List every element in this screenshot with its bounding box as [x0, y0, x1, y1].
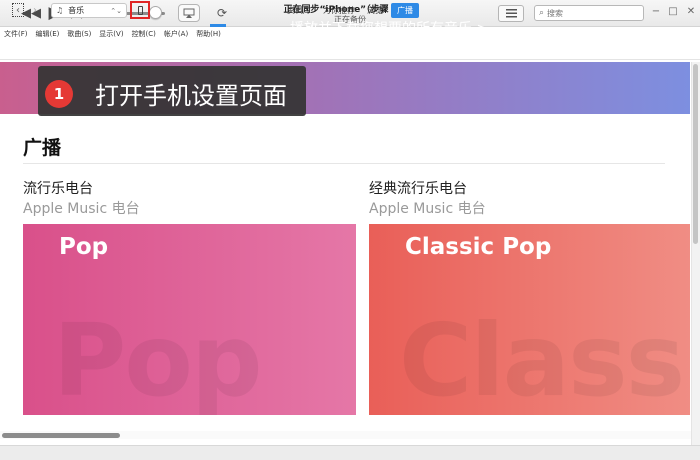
- sync-progress-bar: [210, 24, 226, 27]
- minimize-icon[interactable]: −: [649, 4, 663, 18]
- callout-text: 打开手机设置页面: [95, 82, 287, 110]
- media-type-label: 音乐: [68, 6, 85, 15]
- iphone-device-button[interactable]: [130, 1, 150, 19]
- tab-for-you[interactable]: 为你推荐: [319, 3, 359, 18]
- search-input[interactable]: [547, 8, 628, 18]
- back-icon[interactable]: ‹: [12, 3, 24, 17]
- search-icon: ⌕: [539, 8, 545, 18]
- airplay-icon[interactable]: [178, 4, 200, 22]
- card-watermark-pop: Pop: [53, 302, 263, 415]
- banner-link[interactable]: 播放并下载您想要的所有音乐 >: [290, 18, 488, 38]
- card-watermark-classic-pop: Class: [399, 302, 685, 415]
- library-tabs: 资料库 为你推荐 浏览 广播: [283, 3, 423, 18]
- menu-song[interactable]: 歌曲(S): [67, 28, 91, 40]
- step-number-badge: 1: [45, 80, 73, 108]
- chevron-updown-icon: ⌃⌄: [110, 6, 122, 15]
- status-bar: [0, 445, 700, 460]
- close-icon[interactable]: ✕: [684, 4, 698, 18]
- menu-help[interactable]: 帮助(H): [196, 28, 221, 40]
- tab-library[interactable]: 资料库: [283, 3, 315, 18]
- maximize-icon[interactable]: □: [666, 4, 680, 18]
- card-title-classic-pop: Classic Pop: [405, 234, 552, 260]
- section-title: 广播: [23, 137, 62, 159]
- station-subtitle-pop: Apple Music 电台: [23, 201, 140, 217]
- station-title-classic-pop[interactable]: 经典流行乐电台: [369, 178, 467, 198]
- section-divider: [23, 163, 665, 164]
- menu-view[interactable]: 显示(V): [99, 28, 123, 40]
- volume-knob[interactable]: [148, 6, 162, 19]
- menu-edit[interactable]: 编辑(E): [36, 28, 60, 40]
- list-icon[interactable]: [498, 5, 524, 22]
- sync-icon: ⟳: [216, 6, 228, 20]
- station-title-pop[interactable]: 流行乐电台: [23, 178, 93, 198]
- menu-account[interactable]: 帐户(A): [164, 28, 188, 40]
- search-box[interactable]: ⌕: [534, 5, 644, 21]
- horizontal-scroll-thumb[interactable]: [2, 433, 120, 438]
- music-note-icon: ♫: [56, 6, 64, 15]
- menu-controls[interactable]: 控制(C): [132, 28, 156, 40]
- tab-radio[interactable]: 广播: [391, 3, 419, 18]
- vertical-scroll-thumb[interactable]: [693, 64, 698, 244]
- iphone-icon: [137, 5, 143, 15]
- tab-browse[interactable]: 浏览: [363, 3, 387, 18]
- station-subtitle-classic-pop: Apple Music 电台: [369, 201, 486, 217]
- station-card-pop[interactable]: Pop Pop: [23, 224, 356, 415]
- media-type-select[interactable]: ♫ 音乐 ⌃⌄: [51, 3, 127, 18]
- card-title-pop: Pop: [59, 234, 109, 260]
- forward-nav-icon[interactable]: ›: [29, 3, 41, 17]
- station-card-classic-pop[interactable]: Classic Pop Class: [369, 224, 690, 415]
- navigation-bar: [0, 40, 700, 60]
- menu-file[interactable]: 文件(F): [4, 28, 28, 40]
